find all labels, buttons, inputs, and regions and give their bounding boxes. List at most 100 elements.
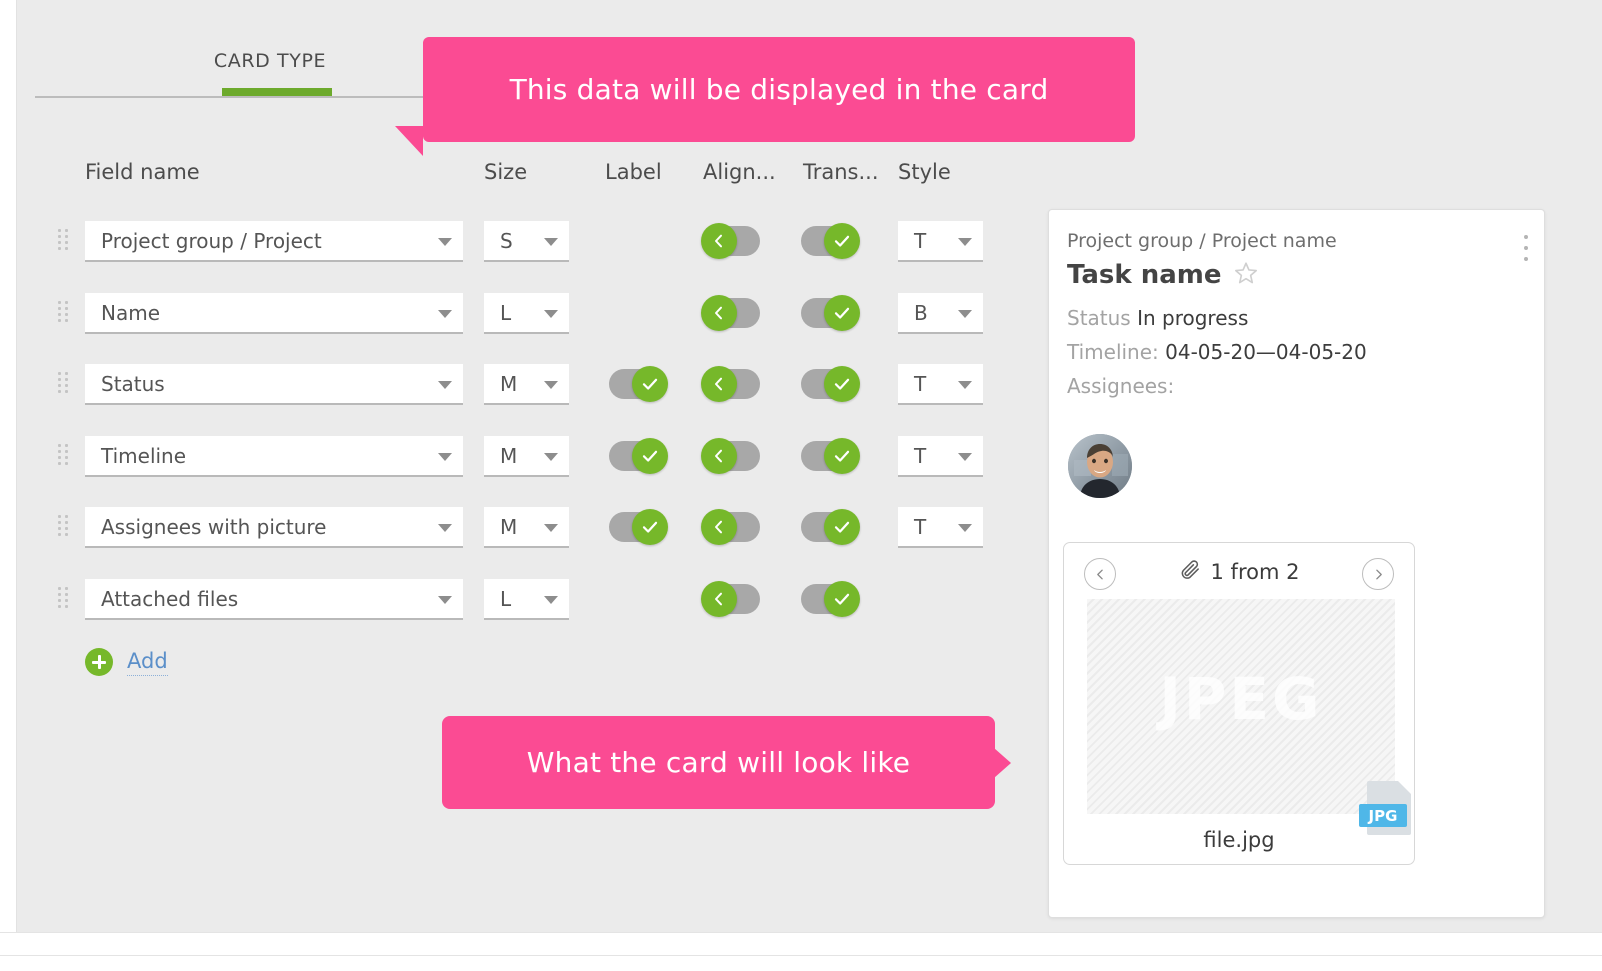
table-row: Timeline M T	[17, 430, 1017, 502]
attachment-placeholder-text: JPEG	[1159, 665, 1323, 733]
column-header-size: Size	[484, 160, 528, 184]
check-icon	[824, 580, 860, 617]
field-name-select-4[interactable]: Assignees with picture	[85, 507, 463, 548]
star-outline-icon[interactable]	[1233, 260, 1259, 290]
style-select-0[interactable]: T	[898, 221, 983, 262]
preview-timeline-label: Timeline:	[1067, 340, 1159, 364]
trans-toggle-2[interactable]	[801, 366, 860, 402]
chevron-right-circle-icon[interactable]	[1362, 558, 1394, 590]
field-name-select-3-value: Timeline	[101, 443, 187, 468]
preview-title-row: Task name	[1067, 260, 1259, 290]
check-icon	[824, 366, 860, 402]
attachment-thumbnail[interactable]: JPEG JPG	[1087, 599, 1411, 835]
preview-status-value: In progress	[1137, 306, 1249, 330]
size-select-4[interactable]: M	[484, 507, 569, 548]
tab-active-underline	[222, 88, 332, 96]
align-toggle-3[interactable]	[701, 437, 760, 474]
card-preview-panel: Project group / Project name Task name S…	[1048, 209, 1545, 918]
drag-handle[interactable]	[58, 372, 72, 393]
chevron-left-icon	[701, 580, 737, 617]
size-select-2-value: M	[500, 372, 518, 396]
style-select-0-value: T	[914, 229, 927, 253]
style-select-2-value: T	[914, 372, 927, 396]
label-toggle-4[interactable]	[609, 509, 668, 545]
size-select-1-value: L	[500, 300, 512, 325]
chevron-down-icon	[544, 381, 558, 389]
chevron-down-icon	[958, 452, 972, 461]
drag-handle[interactable]	[58, 586, 72, 608]
left-rail	[0, 0, 17, 932]
style-select-2[interactable]: T	[898, 364, 983, 405]
file-type-badge: JPG	[1359, 781, 1411, 835]
label-toggle-3[interactable]	[609, 437, 668, 474]
table-row: Project group / Project S T	[17, 215, 1017, 287]
label-toggle-2[interactable]	[609, 366, 668, 402]
preview-project-path: Project group / Project name	[1067, 230, 1337, 252]
attachment-count: 1 from 2	[1210, 560, 1300, 584]
size-select-2[interactable]: M	[484, 364, 569, 405]
trans-toggle-0[interactable]	[801, 223, 860, 259]
callout-top-text: This data will be displayed in the card	[509, 73, 1049, 106]
chevron-down-icon	[438, 452, 452, 461]
size-select-5[interactable]: L	[484, 578, 569, 620]
assignee-avatar[interactable]	[1068, 434, 1132, 498]
chevron-left-circle-icon[interactable]	[1084, 558, 1116, 590]
check-icon	[824, 509, 860, 545]
style-select-3[interactable]: T	[898, 435, 983, 477]
column-header-style: Style	[898, 160, 951, 184]
align-toggle-4[interactable]	[701, 509, 760, 545]
chevron-down-icon	[438, 238, 452, 246]
field-name-select-0[interactable]: Project group / Project	[85, 221, 463, 262]
align-toggle-1[interactable]	[701, 294, 760, 331]
column-header-align: Align...	[703, 160, 776, 184]
trans-toggle-4[interactable]	[801, 509, 860, 545]
style-select-1-value: B	[914, 300, 928, 325]
callout-bottom: What the card will look like	[442, 716, 1011, 809]
tab-card-type[interactable]: CARD TYPE	[205, 50, 335, 72]
check-icon	[632, 437, 668, 474]
chevron-left-icon	[701, 509, 737, 545]
field-name-select-1[interactable]: Name	[85, 292, 463, 334]
table-row: Status M T	[17, 358, 1017, 430]
align-toggle-2[interactable]	[701, 366, 760, 402]
field-name-select-2[interactable]: Status	[85, 364, 463, 405]
drag-handle[interactable]	[58, 229, 72, 250]
drag-handle[interactable]	[58, 300, 72, 322]
file-type-badge-label: JPG	[1359, 804, 1407, 827]
chevron-down-icon	[544, 595, 558, 604]
field-name-select-5-value: Attached files	[101, 586, 239, 611]
size-select-0[interactable]: S	[484, 221, 569, 262]
app-root: CARD TYPE Field name Size Label Align...…	[0, 0, 1602, 971]
table-row: Assignees with picture M T	[17, 501, 1017, 573]
chevron-down-icon	[544, 524, 558, 532]
chevron-down-icon	[438, 309, 452, 318]
align-toggle-5[interactable]	[701, 580, 760, 617]
field-name-select-1-value: Name	[101, 300, 161, 325]
table-row: Name L B	[17, 287, 1017, 359]
align-toggle-0[interactable]	[701, 223, 760, 259]
trans-toggle-1[interactable]	[801, 294, 860, 331]
check-icon	[824, 437, 860, 474]
drag-handle[interactable]	[58, 515, 72, 536]
drag-handle[interactable]	[58, 443, 72, 465]
column-headers: Field name Size Label Align... Trans... …	[17, 160, 1017, 196]
size-select-0-value: S	[500, 229, 513, 253]
preview-timeline-value: 04-05-20—04-05-20	[1165, 340, 1367, 364]
kebab-menu-icon[interactable]	[1524, 235, 1530, 261]
trans-toggle-3[interactable]	[801, 437, 860, 474]
column-header-trans: Trans...	[803, 160, 879, 184]
size-select-1[interactable]: L	[484, 292, 569, 334]
field-rows: Project group / Project S T Name L B Status M T T…	[17, 215, 1017, 644]
size-select-3[interactable]: M	[484, 435, 569, 477]
style-select-3-value: T	[914, 443, 927, 468]
check-icon	[824, 294, 860, 331]
chevron-down-icon	[958, 309, 972, 318]
trans-toggle-5[interactable]	[801, 580, 860, 617]
style-select-4[interactable]: T	[898, 507, 983, 548]
add-field-button[interactable]: Add	[85, 645, 168, 679]
field-name-select-5[interactable]: Attached files	[85, 578, 463, 620]
size-select-4-value: M	[500, 515, 518, 539]
field-name-select-3[interactable]: Timeline	[85, 435, 463, 477]
style-select-1[interactable]: B	[898, 292, 983, 334]
chevron-down-icon	[958, 381, 972, 389]
